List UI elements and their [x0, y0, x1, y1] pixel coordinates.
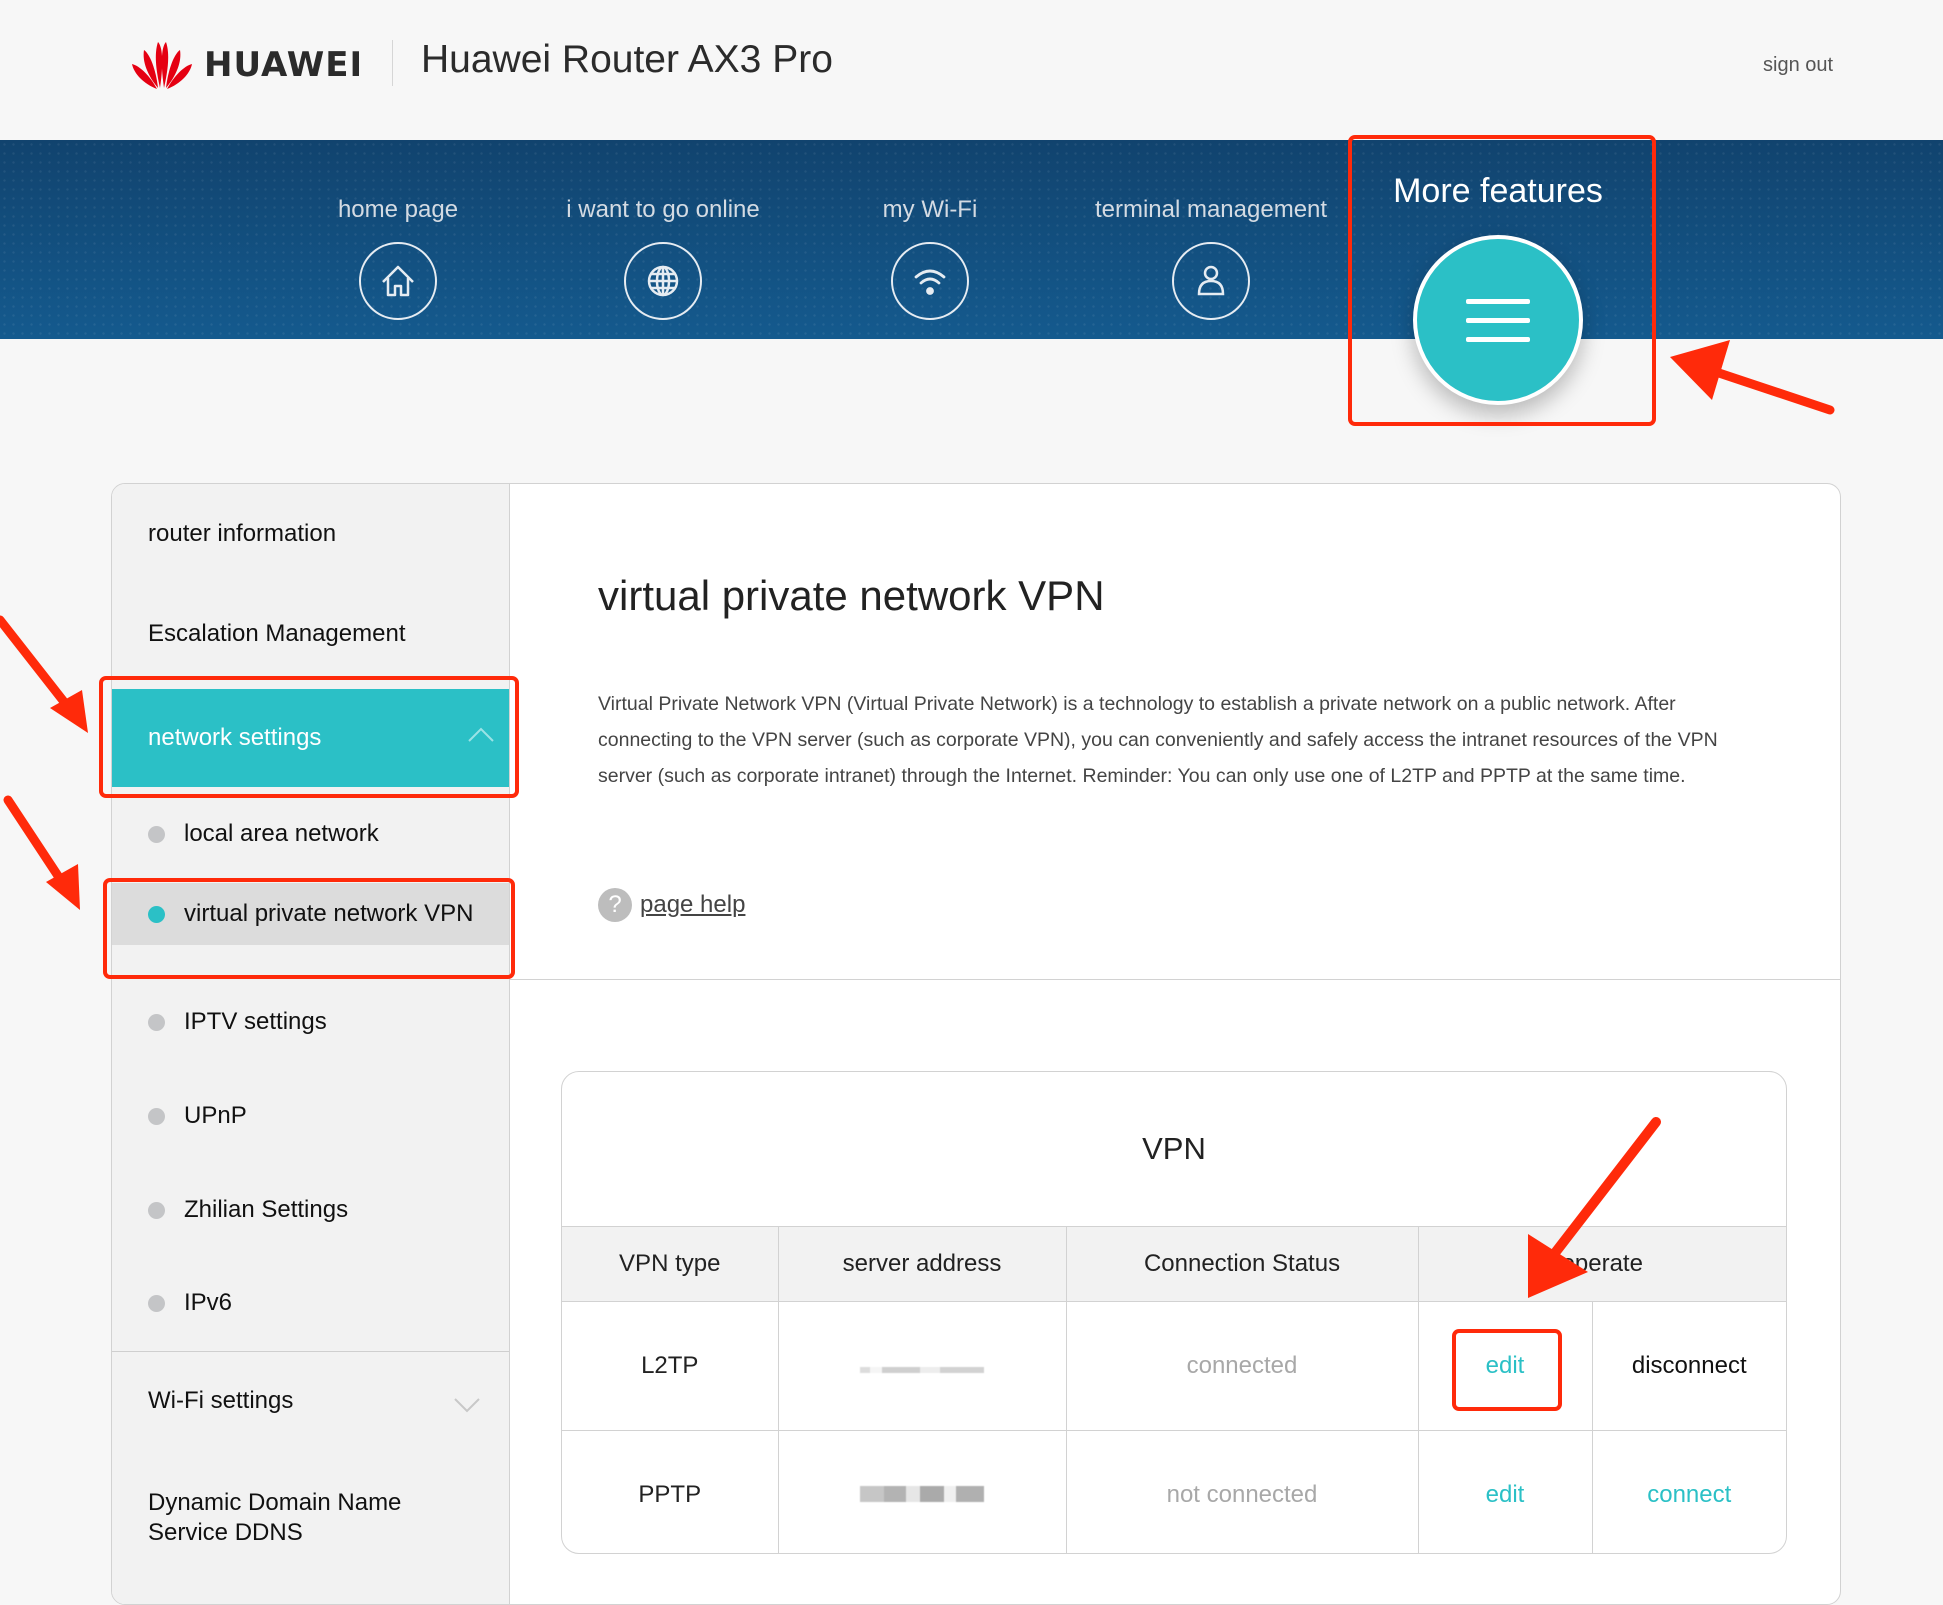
server-address-cell [777, 1430, 1067, 1553]
sign-out-link[interactable]: sign out [1763, 54, 1833, 77]
huawei-flower-icon [132, 42, 192, 89]
connection-status-cell: not connected [1065, 1430, 1419, 1553]
sidebar-item-wifi-settings[interactable]: Wi-Fi settings [148, 1387, 495, 1415]
sidebar-subitem-ipv6[interactable]: IPv6 [112, 1273, 509, 1333]
sidebar-item-label: Wi-Fi settings [148, 1387, 294, 1414]
table-header-row: VPN type server address Connection Statu… [562, 1226, 1786, 1302]
more-features-label[interactable]: More features [1348, 172, 1648, 211]
app-title: Huawei Router AX3 Pro [421, 38, 833, 81]
sidebar-item-label: network settings [148, 724, 322, 751]
user-icon [1172, 242, 1250, 320]
page-help-label: page help [640, 891, 746, 918]
chevron-down-icon [454, 1398, 480, 1413]
page-title: virtual private network VPN [598, 572, 1105, 619]
sidebar-item-label: local area network [184, 820, 379, 847]
brand-wordmark: HUAWEI [204, 45, 364, 85]
table-row: PPTP not connected edit connect [562, 1430, 1786, 1553]
nav-label: home page [337, 196, 459, 223]
column-header-connection-status: Connection Status [1065, 1226, 1419, 1302]
active-dot [148, 905, 165, 923]
home-icon [359, 242, 437, 320]
redacted-server-address [860, 1486, 984, 1502]
status-dot [148, 1013, 165, 1031]
sidebar-subitem-iptv-settings[interactable]: IPTV settings [112, 992, 509, 1052]
sidebar-item-router-information[interactable]: router information [148, 520, 336, 548]
page-help-link[interactable]: ? page help [598, 888, 745, 922]
menu-icon [1466, 285, 1530, 356]
nav-terminal-management[interactable]: terminal management [1081, 196, 1341, 320]
sidebar-item-label: IPTV settings [184, 1008, 327, 1035]
page-description: Virtual Private Network VPN (Virtual Pri… [598, 693, 1718, 787]
column-header-server-address: server address [777, 1226, 1067, 1302]
connection-status-cell: connected [1065, 1301, 1419, 1431]
nav-my-wifi[interactable]: my Wi-Fi [800, 196, 1060, 320]
vpn-table-card: VPN VPN type server address Connection S… [561, 1071, 1787, 1554]
sidebar-subitem-zhilian-settings[interactable]: Zhilian Settings [112, 1180, 509, 1240]
sidebar-item-label: virtual private network VPN [184, 900, 474, 927]
edit-pptp-button[interactable]: edit [1417, 1430, 1593, 1553]
content-header: virtual private network VPN Virtual Priv… [510, 484, 1840, 980]
status-dot [148, 1201, 165, 1219]
nav-home-page[interactable]: home page [268, 196, 528, 320]
status-dot [148, 1107, 165, 1125]
redacted-server-address [860, 1367, 984, 1373]
sidebar-divider [112, 1351, 509, 1352]
sidebar: router information Escalation Management… [112, 484, 510, 1604]
arrow-icon [1670, 340, 1835, 415]
edit-l2tp-button[interactable]: edit [1417, 1301, 1593, 1431]
header-divider [392, 40, 393, 86]
sidebar-item-ddns[interactable]: Dynamic Domain Name Service DDNS [148, 1488, 401, 1548]
chevron-up-icon [468, 727, 494, 742]
globe-icon [624, 242, 702, 320]
sidebar-item-network-settings[interactable]: network settings [112, 689, 509, 787]
sidebar-item-escalation-management[interactable]: Escalation Management [148, 620, 405, 648]
huawei-logo: HUAWEI [130, 40, 363, 90]
connect-button[interactable]: connect [1591, 1430, 1786, 1553]
more-features-button[interactable] [1413, 235, 1583, 405]
settings-panel: router information Escalation Management… [111, 483, 1841, 1605]
nav-go-online[interactable]: i want to go online [533, 196, 793, 320]
arrow-icon [0, 615, 88, 733]
nav-label: terminal management [1094, 196, 1328, 223]
arrow-icon [3, 795, 80, 910]
sidebar-item-label: Zhilian Settings [184, 1196, 349, 1223]
status-dot [148, 1294, 165, 1312]
sidebar-subitem-vpn[interactable]: virtual private network VPN [112, 883, 509, 945]
column-header-operate: operate [1417, 1226, 1786, 1302]
sidebar-item-label: Service DDNS [148, 1519, 303, 1546]
nav-label: my Wi-Fi [882, 196, 978, 223]
status-dot [148, 825, 165, 843]
vpn-table-title: VPN [1142, 1131, 1206, 1166]
help-icon: ? [598, 888, 632, 922]
disconnect-button[interactable]: disconnect [1591, 1301, 1786, 1431]
sidebar-item-label: IPv6 [184, 1289, 233, 1316]
sidebar-subitem-upnp[interactable]: UPnP [112, 1086, 509, 1146]
wifi-icon [891, 242, 969, 320]
sidebar-subitem-local-area-network[interactable]: local area network [112, 804, 509, 864]
vpn-type-cell: PPTP [562, 1430, 779, 1553]
nav-label: i want to go online [566, 196, 760, 223]
table-row: L2TP connected edit disconnect [562, 1301, 1786, 1431]
server-address-cell [777, 1301, 1067, 1431]
sidebar-item-label: UPnP [184, 1102, 247, 1129]
column-header-vpn-type: VPN type [562, 1226, 779, 1302]
vpn-table: VPN type server address Connection Statu… [562, 1226, 1786, 1553]
sidebar-item-label: Dynamic Domain Name [148, 1489, 402, 1516]
vpn-type-cell: L2TP [562, 1301, 779, 1431]
